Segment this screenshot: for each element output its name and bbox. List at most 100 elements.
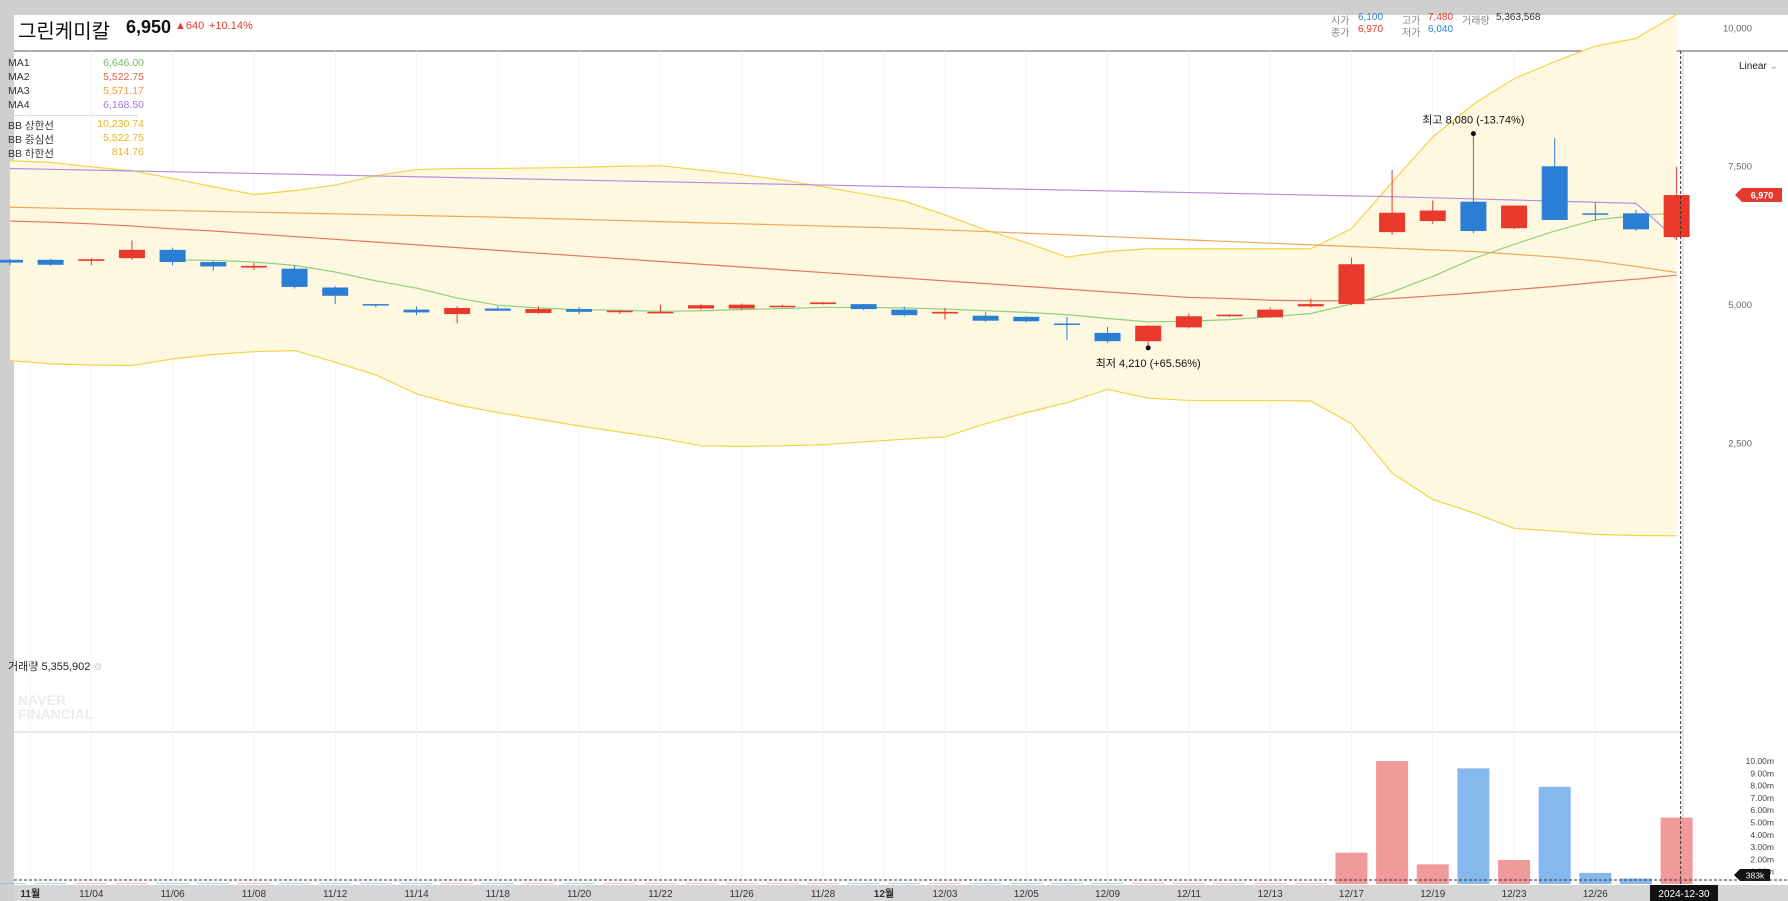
candle-body-39	[1582, 213, 1609, 215]
current-price-tag-text: 6,970	[1751, 191, 1774, 201]
volume-bar-35	[1416, 864, 1449, 884]
volume-bar-22	[888, 883, 921, 884]
volume-bar-20	[807, 883, 839, 884]
candle-body-33	[1338, 264, 1365, 305]
candle-body-24	[972, 315, 999, 321]
volume-bar-18	[725, 883, 758, 884]
candle-body-18	[728, 304, 755, 309]
candle-body-15	[606, 310, 633, 313]
volume-bar-24	[969, 883, 1002, 884]
volume-tick-1: 9.00m	[1750, 768, 1774, 778]
x-tick-9: 11/26	[730, 889, 755, 900]
x-tick-11: 12월	[874, 888, 894, 900]
candle-body-40	[1623, 213, 1649, 230]
x-tick-17: 12/17	[1339, 889, 1364, 900]
volume-bar-25	[1010, 883, 1043, 884]
candle-body-10	[403, 309, 430, 313]
candle-body-35	[1419, 210, 1446, 222]
x-tick-8: 11/22	[648, 889, 673, 900]
price-tick-2: 5,000	[1728, 300, 1752, 311]
x-tick-20: 12/26	[1583, 889, 1608, 900]
candle-body-41	[1663, 195, 1690, 238]
volume-bar-39	[1579, 872, 1612, 884]
candle-body-19	[769, 305, 796, 308]
volume-bar-10	[400, 883, 433, 884]
candle-body-9	[362, 304, 389, 306]
volume-bar-38	[1538, 786, 1571, 884]
x-tick-0: 11월	[20, 888, 40, 900]
volume-bar-29	[1172, 883, 1205, 884]
candle-body-32	[1297, 304, 1324, 307]
volume-bar-36	[1457, 768, 1490, 884]
volume-bar-1	[34, 883, 67, 884]
volume-bar-16	[644, 883, 677, 884]
volume-bar-17	[685, 883, 718, 884]
candle-body-23	[931, 311, 958, 314]
volume-tick-6: 4.00m	[1750, 830, 1774, 840]
volume-bar-40	[1620, 878, 1652, 884]
volume-bar-7	[278, 883, 311, 884]
volume-bar-23	[928, 883, 961, 884]
volume-bar-27	[1091, 883, 1124, 884]
price-tick-3: 2,500	[1728, 439, 1752, 450]
candle-body-8	[322, 287, 349, 296]
candle-body-30	[1216, 314, 1243, 317]
x-tick-2: 11/06	[160, 889, 185, 900]
bb-band-fill	[10, 14, 1677, 536]
volume-bar-6	[237, 883, 270, 884]
volume-bar-2	[75, 883, 108, 884]
volume-tag-text: 383k	[1746, 871, 1765, 881]
x-tick-3: 11/08	[242, 889, 267, 900]
volume-bar-11	[441, 883, 474, 884]
candle-body-13	[525, 309, 552, 313]
volume-bar-33	[1335, 852, 1368, 884]
candle-body-31	[1257, 309, 1284, 318]
candle-body-5	[200, 262, 227, 267]
volume-bar-34	[1376, 761, 1409, 884]
volume-tick-3: 7.00m	[1750, 793, 1774, 803]
price-chart-svg[interactable]: 최고 8,080 (-13.74%) 최저 4,210 (+65.56%) 10,0…	[0, 0, 1788, 901]
x-tick-1: 11/04	[79, 889, 104, 900]
x-tick-16: 12/13	[1258, 889, 1283, 900]
x-tick-15: 12/11	[1177, 889, 1202, 900]
candle-body-36	[1460, 201, 1487, 232]
candle-body-34	[1379, 212, 1406, 233]
annotation-label-1: 최저 4,210 (+65.56%)	[1096, 357, 1201, 370]
price-tick-1: 7,500	[1728, 162, 1752, 173]
volume-bar-14	[563, 883, 596, 884]
volume-tick-7: 3.00m	[1750, 842, 1774, 852]
candle-body-22	[891, 309, 918, 316]
candle-body-16	[647, 311, 674, 314]
candle-body-0	[0, 259, 23, 263]
volume-tick-8: 2.00m	[1750, 854, 1774, 864]
volume-tick-5: 5.00m	[1750, 818, 1774, 828]
price-tick-0: 10,000	[1723, 23, 1752, 34]
x-tick-19: 12/23	[1502, 889, 1527, 900]
candle-body-6	[240, 265, 267, 268]
watermark-line-1: FINANCIAL	[18, 706, 94, 722]
volume-bar-8	[319, 883, 352, 884]
page: 그린케미칼 6,950 ▲640 +10.14% 시가 6,100 고가 7,4…	[0, 0, 1788, 901]
volume-tick-4: 6.00m	[1750, 805, 1774, 815]
x-tick-4: 11/12	[323, 889, 348, 900]
annotation-label-0: 최고 8,080 (-13.74%)	[1422, 114, 1524, 127]
volume-bar-5	[197, 883, 230, 884]
candle-body-3	[118, 249, 145, 259]
candle-body-27	[1094, 332, 1121, 342]
candle-body-7	[281, 268, 308, 287]
volume-tick-2: 8.00m	[1750, 781, 1774, 791]
candle-body-1	[37, 259, 64, 265]
x-tick-7: 11/20	[567, 889, 592, 900]
candle-body-17	[688, 305, 715, 309]
crosshair-date-text: 2024-12-30	[1658, 889, 1710, 900]
x-tick-5: 11/14	[404, 889, 429, 900]
candle-body-11	[444, 307, 471, 315]
x-tick-13: 12/05	[1014, 889, 1039, 900]
candle-body-29	[1175, 316, 1202, 328]
annotation-dot-0	[1470, 131, 1476, 137]
volume-bar-12	[481, 883, 514, 884]
x-tick-6: 11/18	[486, 889, 511, 900]
candle-body-37	[1501, 205, 1528, 229]
volume-bar-21	[847, 883, 880, 884]
candle-body-2	[78, 259, 105, 261]
